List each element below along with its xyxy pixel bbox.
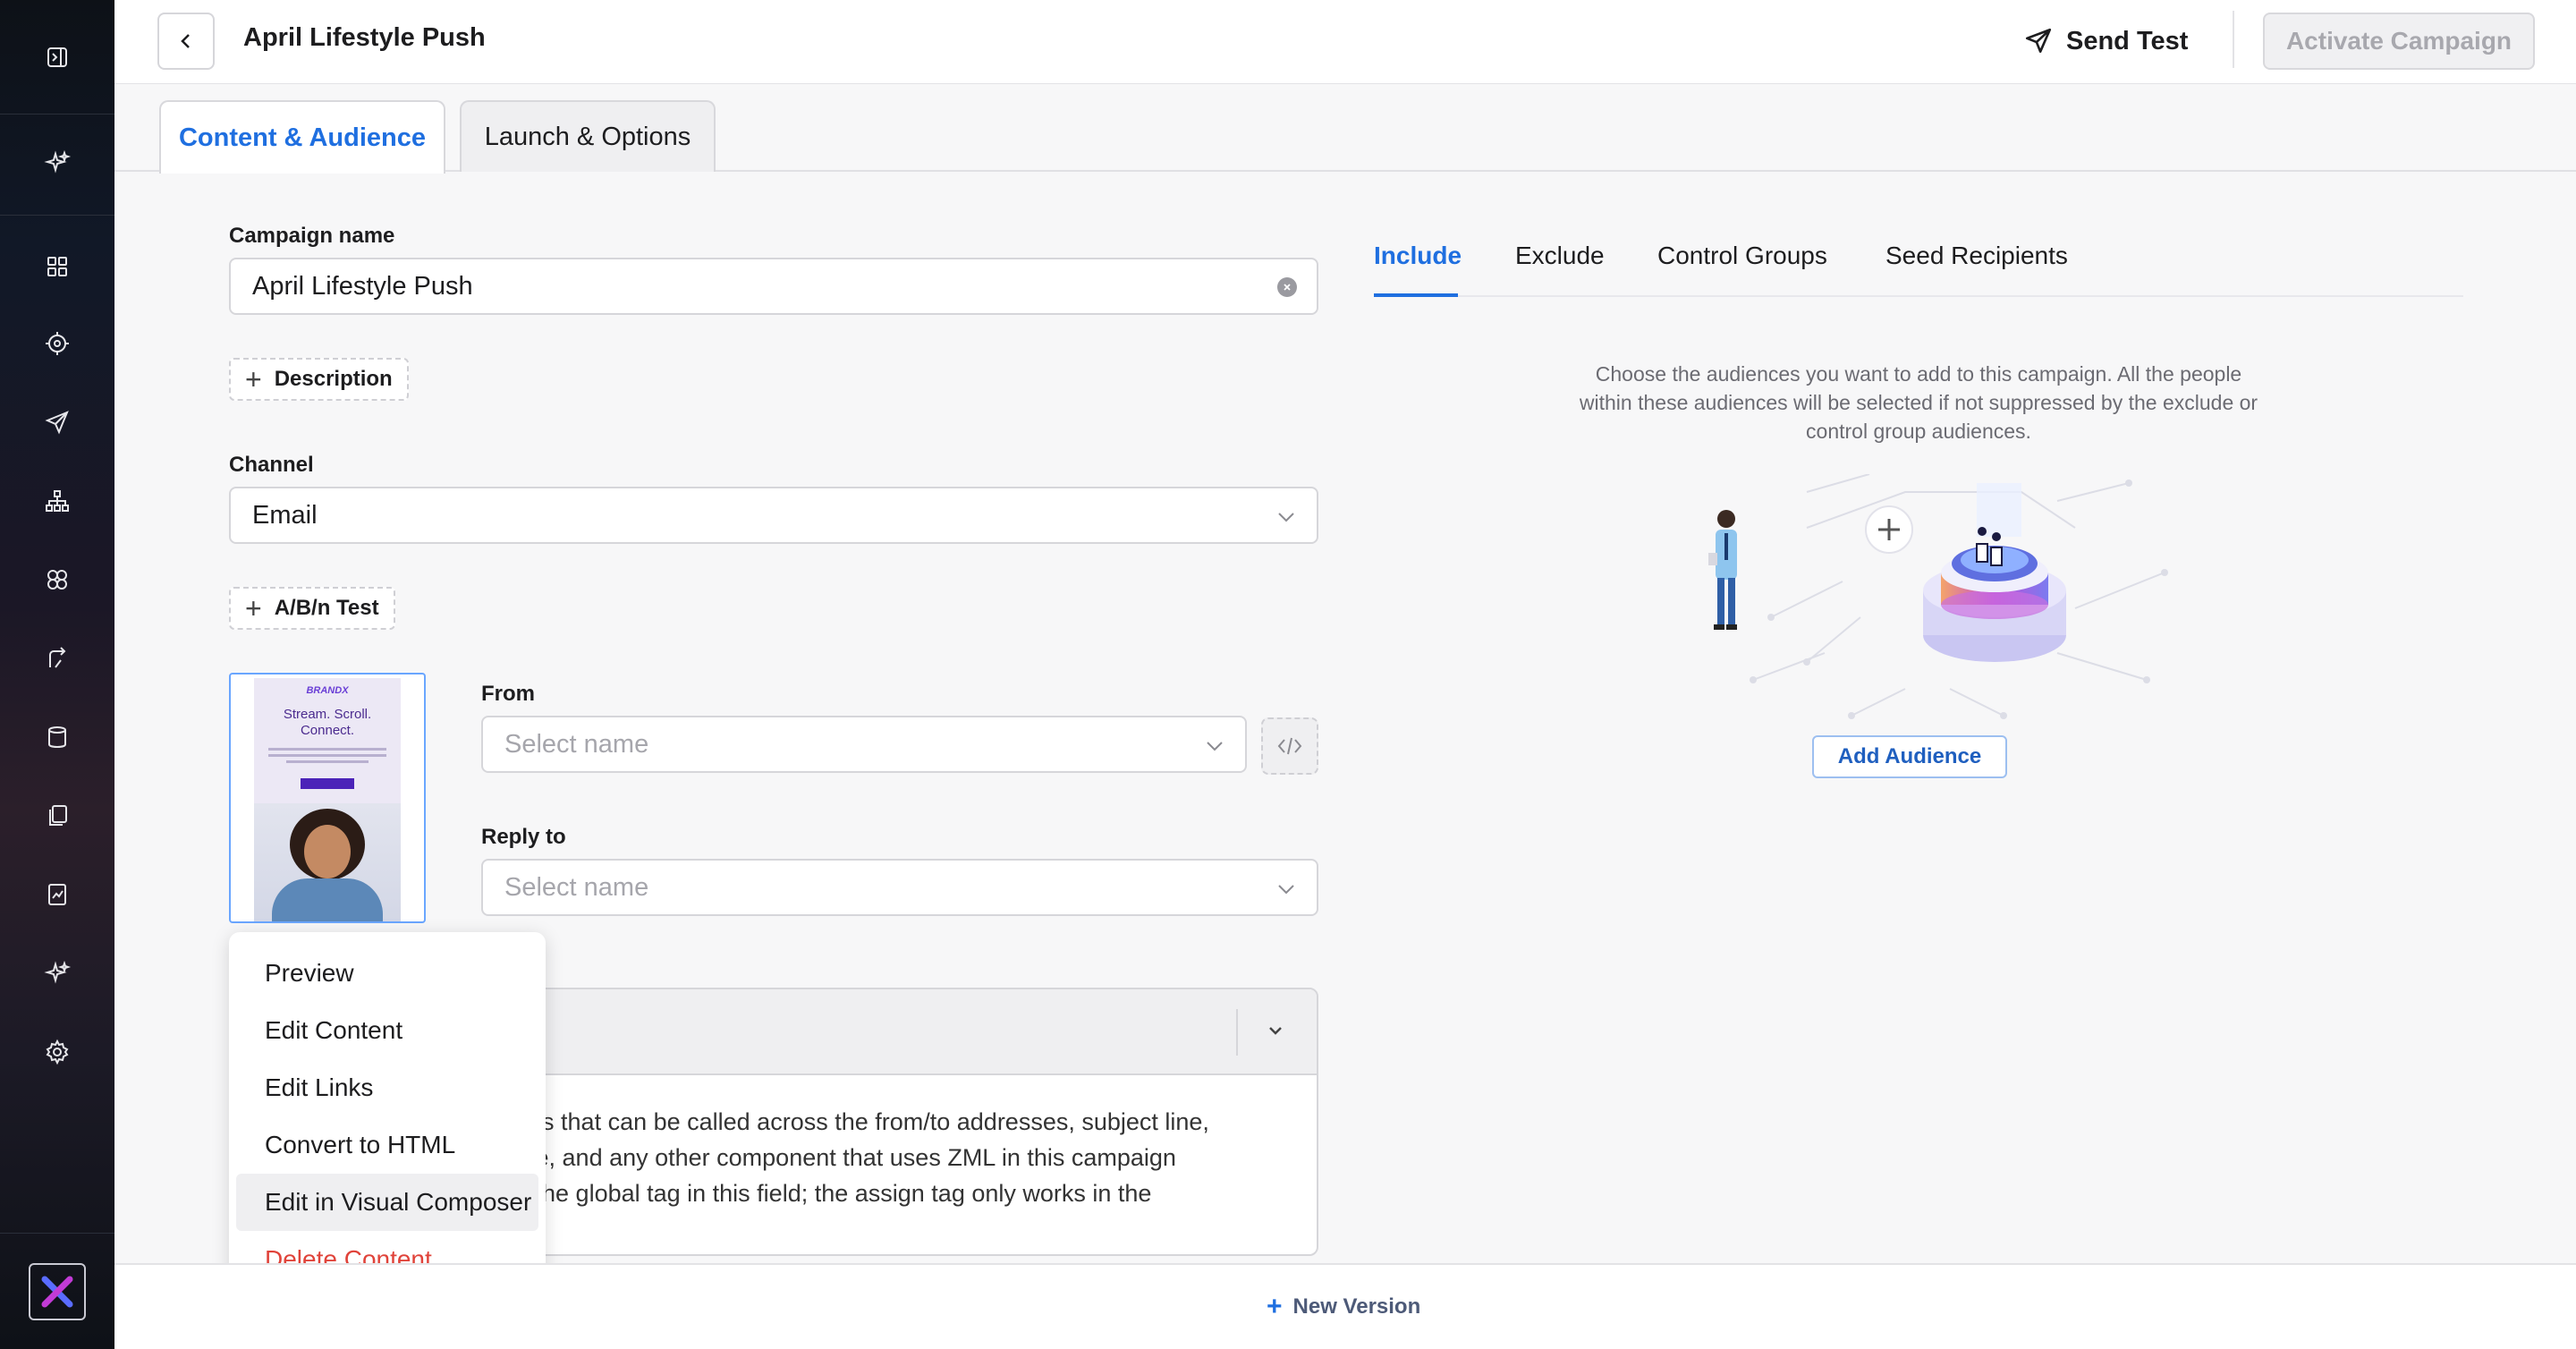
audience-hint-text: Choose the audiences you want to add to … [1579,362,2258,443]
send-icon [2025,28,2052,54]
report-icon[interactable] [36,873,79,916]
new-version-button[interactable]: + New Version [1267,1292,1420,1322]
accordion-divider [1236,1009,1238,1056]
page-header: April Lifestyle Push Send Test Activate … [114,0,2576,84]
channel-select[interactable]: Email [229,487,1318,544]
audience-tabs-baseline [1374,295,2463,297]
audience-illustration [1708,474,2168,719]
campaign-name-label: Campaign name [229,224,395,248]
brand-logo[interactable] [29,1263,86,1320]
dashboard-icon[interactable] [36,245,79,288]
plus-icon: + [245,592,262,624]
from-label: From [481,682,535,706]
tab-include[interactable]: Include [1374,242,1462,270]
clear-icon[interactable] [1277,277,1297,297]
accordion-header[interactable] [449,989,1317,1075]
thumbnail-body-text [268,748,386,769]
accordion-body: ues that can be called across the from/t… [515,1104,1302,1211]
chevron-down-icon[interactable] [1263,1018,1288,1043]
new-version-label: New Version [1292,1294,1421,1319]
tab-exclude[interactable]: Exclude [1515,242,1605,270]
chevron-left-icon [181,34,190,48]
journey-icon[interactable] [36,637,79,680]
content-context-menu: Preview Edit Content Edit Links Convert … [229,932,546,1288]
segments-icon[interactable] [36,558,79,601]
from-placeholder: Select name [504,729,649,759]
campaign-name-value: April Lifestyle Push [252,271,473,301]
sidebar [0,0,114,1349]
code-button[interactable] [1261,717,1318,775]
plus-icon: + [245,363,262,395]
sidebar-divider [0,215,114,216]
active-tab-indicator [1374,293,1458,297]
thumbnail-headline-line: Stream. Scroll. [283,707,372,722]
ab-test-button[interactable]: + A/B/n Test [229,587,395,630]
hierarchy-icon[interactable] [36,479,79,522]
email-preview: BRANDX Stream. Scroll. Connect. [254,678,401,921]
from-select[interactable]: Select name [481,716,1247,773]
thumbnail-headline: Stream. Scroll. Connect. [254,707,401,739]
add-description-button[interactable]: + Description [229,358,409,401]
accordion-text-line: e the global tag in this field; the assi… [515,1180,1152,1207]
reply-to-placeholder: Select name [504,872,649,902]
tab-content-audience[interactable]: Content & Audience [159,100,445,174]
menu-item-preview[interactable]: Preview [236,945,538,1002]
add-audience-button[interactable]: Add Audience [1812,735,2007,778]
tab-seed-recipients[interactable]: Seed Recipients [1885,242,2068,270]
accordion-text-line: ate, and any other component that uses Z… [515,1144,1176,1171]
sparkle-icon[interactable] [36,141,79,184]
collapse-icon[interactable] [36,36,79,79]
chevron-down-icon [1278,513,1294,522]
page-title: April Lifestyle Push [243,23,486,52]
send-test-label: Send Test [2066,26,2189,55]
reply-to-select[interactable]: Select name [481,859,1318,916]
thumbnail-cta [301,778,354,789]
channel-value: Email [252,500,318,530]
email-thumbnail[interactable]: BRANDX Stream. Scroll. Connect. [229,673,426,923]
settings-icon[interactable] [36,1031,79,1073]
sidebar-divider [0,1233,114,1234]
activate-campaign-button[interactable]: Activate Campaign [2263,13,2535,70]
back-button[interactable] [157,13,215,70]
send-test-button[interactable]: Send Test [2023,21,2188,61]
thumbnail-headline-line: Connect. [300,723,355,738]
channel-label: Channel [229,453,314,477]
menu-item-edit-links[interactable]: Edit Links [236,1059,538,1116]
accordion-text-line: ues that can be called across the from/t… [515,1108,1209,1135]
thumbnail-brand: BRANDX [306,685,349,696]
tab-launch-options[interactable]: Launch & Options [460,100,716,172]
send-icon[interactable] [36,401,79,444]
ai-icon[interactable] [36,952,79,995]
chevron-down-icon [1207,742,1223,751]
header-divider [2233,11,2234,68]
database-icon[interactable] [36,716,79,759]
campaign-name-input[interactable]: April Lifestyle Push [229,258,1318,315]
plus-icon: + [1267,1292,1283,1321]
menu-item-visual-composer[interactable]: Edit in Visual Composer [236,1174,538,1231]
thumbnail-photo [254,803,401,921]
menu-item-edit-content[interactable]: Edit Content [236,1002,538,1059]
zml-accordion: ues that can be called across the from/t… [447,988,1318,1256]
description-label: Description [274,367,393,391]
code-icon [1277,737,1302,755]
chevron-down-icon [1278,885,1294,895]
copy-icon[interactable] [36,794,79,837]
reply-to-label: Reply to [481,825,566,849]
footer-bar: + New Version [114,1263,2576,1349]
tab-control-groups[interactable]: Control Groups [1657,242,1827,270]
menu-item-convert-html[interactable]: Convert to HTML [236,1116,538,1174]
ab-test-label: A/B/n Test [274,596,379,620]
target-icon[interactable] [36,322,79,365]
